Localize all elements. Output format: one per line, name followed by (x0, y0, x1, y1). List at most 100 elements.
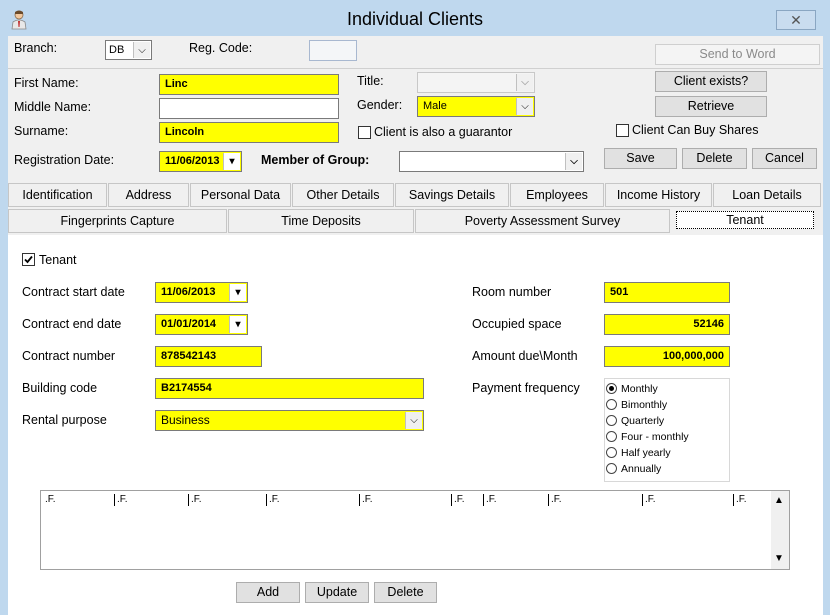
branch-label: Branch: (14, 41, 58, 55)
amount-due-input[interactable]: 100,000,000 (604, 346, 730, 367)
radio-annually[interactable] (606, 463, 617, 474)
gender-label: Gender: (357, 98, 403, 112)
cancel-button[interactable]: Cancel (752, 148, 817, 169)
contract-start-label: Contract start date (22, 285, 125, 299)
surname-input[interactable]: Lincoln (159, 122, 339, 143)
grid-add-button[interactable]: Add (236, 582, 300, 603)
buy-shares-checkbox[interactable] (616, 124, 629, 137)
gender-select[interactable]: Male ⌵ (417, 96, 535, 117)
grid-column-header[interactable]: .F. (451, 494, 465, 506)
scroll-up-icon[interactable]: ▲ (774, 495, 784, 506)
gender-value: Male (423, 100, 447, 112)
middle-name-input[interactable] (159, 98, 339, 119)
tab-income-history[interactable]: Income History (605, 183, 712, 207)
registration-date-input[interactable]: 11/06/2013 ▾ (159, 151, 242, 172)
first-name-label: First Name: (14, 76, 79, 90)
amount-due-label: Amount due\Month (472, 349, 578, 363)
client-area: Branch: DB ⌵ Reg. Code: Send to Word Fir… (8, 36, 823, 615)
payment-frequency-label: Payment frequency (472, 381, 580, 395)
grid-scrollbar[interactable]: ▲ ▼ (771, 491, 789, 569)
tab-other-details[interactable]: Other Details (292, 183, 394, 207)
tab-personal-data[interactable]: Personal Data (190, 183, 291, 207)
surname-label: Surname: (14, 124, 69, 138)
building-code-label: Building code (22, 381, 98, 395)
room-number-input[interactable]: 501 (604, 282, 730, 303)
registration-date-value: 11/06/2013 (165, 155, 220, 167)
tab-time-deposits[interactable]: Time Deposits (228, 209, 414, 233)
tab-employees[interactable]: Employees (510, 183, 604, 207)
contract-end-value: 01/01/2014 (161, 318, 217, 330)
contract-end-input[interactable]: 01/01/2014 ▾ (155, 314, 248, 335)
grid-column-header[interactable]: .F. (733, 494, 747, 506)
contract-start-value: 11/06/2013 (161, 286, 216, 298)
grid-column-header[interactable]: .F. (114, 494, 128, 506)
radio-half-yearly-label: Half yearly (621, 447, 671, 459)
tab-savings-details[interactable]: Savings Details (395, 183, 509, 207)
radio-half-yearly[interactable] (606, 447, 617, 458)
tab-loan-details[interactable]: Loan Details (713, 183, 821, 207)
occupied-space-input[interactable]: 52146 (604, 314, 730, 335)
scroll-down-icon[interactable]: ▼ (774, 553, 784, 564)
first-name-input[interactable]: Linc (159, 74, 339, 95)
radio-monthly[interactable] (606, 383, 617, 394)
building-code-input[interactable]: B2174554 (155, 378, 424, 399)
radio-four-monthly[interactable] (606, 431, 617, 442)
retrieve-button[interactable]: Retrieve (655, 96, 767, 117)
buy-shares-label: Client Can Buy Shares (632, 123, 759, 137)
contract-number-label: Contract number (22, 349, 116, 363)
client-exists-button[interactable]: Client exists? (655, 71, 767, 92)
contract-start-input[interactable]: 11/06/2013 ▾ (155, 282, 248, 303)
tab-address[interactable]: Address (108, 183, 189, 207)
grid-column-header[interactable]: .F. (548, 494, 562, 506)
tenant-label: Tenant (39, 253, 77, 267)
grid-column-header[interactable]: .F. (43, 494, 56, 506)
grid-column-header[interactable]: .F. (359, 494, 373, 506)
reg-code-input[interactable] (309, 40, 357, 61)
occupied-space-label: Occupied space (472, 317, 562, 331)
chevron-down-icon: ⌵ (516, 74, 533, 91)
checkmark-icon (24, 255, 33, 264)
branch-select[interactable]: DB ⌵ (105, 40, 152, 60)
contract-end-label: Contract end date (22, 317, 122, 331)
date-dropdown-icon[interactable]: ▾ (223, 153, 240, 170)
tab-poverty-assessment-survey[interactable]: Poverty Assessment Survey (415, 209, 670, 233)
rental-purpose-select[interactable]: Business ⌵ (155, 410, 424, 431)
radio-bimonthly[interactable] (606, 399, 617, 410)
title-bar: Individual Clients ✕ (0, 0, 830, 36)
tab-fingerprints-capture[interactable]: Fingerprints Capture (8, 209, 227, 233)
tab-identification[interactable]: Identification (8, 183, 107, 207)
title-select[interactable]: ⌵ (417, 72, 535, 93)
radio-monthly-label: Monthly (621, 383, 658, 395)
grid-column-header[interactable]: .F. (483, 494, 497, 506)
radio-annually-label: Annually (621, 463, 662, 475)
delete-button[interactable]: Delete (682, 148, 747, 169)
room-number-label: Room number (472, 285, 552, 299)
chevron-down-icon: ⌵ (565, 153, 582, 170)
reg-code-label: Reg. Code: (189, 41, 253, 55)
grid-delete-button[interactable]: Delete (374, 582, 437, 603)
grid-column-header[interactable]: .F. (188, 494, 202, 506)
radio-quarterly[interactable] (606, 415, 617, 426)
payment-frequency-group: Monthly Bimonthly Quarterly Four - month… (604, 378, 730, 482)
send-to-word-button[interactable]: Send to Word (655, 44, 820, 65)
member-of-group-label: Member of Group: (261, 153, 370, 167)
grid-column-header[interactable]: .F. (642, 494, 656, 506)
date-dropdown-icon[interactable]: ▾ (229, 316, 246, 333)
grid-column-header[interactable]: .F. (266, 494, 280, 506)
grid-update-button[interactable]: Update (305, 582, 369, 603)
radio-bimonthly-label: Bimonthly (621, 399, 668, 411)
tenant-checkbox[interactable] (22, 253, 35, 266)
rental-purpose-value: Business (161, 413, 210, 427)
chevron-down-icon: ⌵ (405, 412, 422, 429)
contract-number-input[interactable]: 878542143 (155, 346, 262, 367)
window-title: Individual Clients (346, 9, 484, 29)
date-dropdown-icon[interactable]: ▾ (229, 284, 246, 301)
save-button[interactable]: Save (604, 148, 677, 169)
member-of-group-select[interactable]: ⌵ (399, 151, 584, 172)
tenant-grid[interactable]: .F. .F. .F. .F. .F. .F. .F. .F. .F. .F. … (40, 490, 790, 570)
branch-value: DB (109, 44, 125, 56)
close-button[interactable]: ✕ (776, 10, 816, 30)
chevron-down-icon: ⌵ (133, 42, 150, 58)
guarantor-checkbox[interactable] (358, 126, 371, 139)
tab-tenant[interactable]: Tenant (676, 211, 814, 229)
